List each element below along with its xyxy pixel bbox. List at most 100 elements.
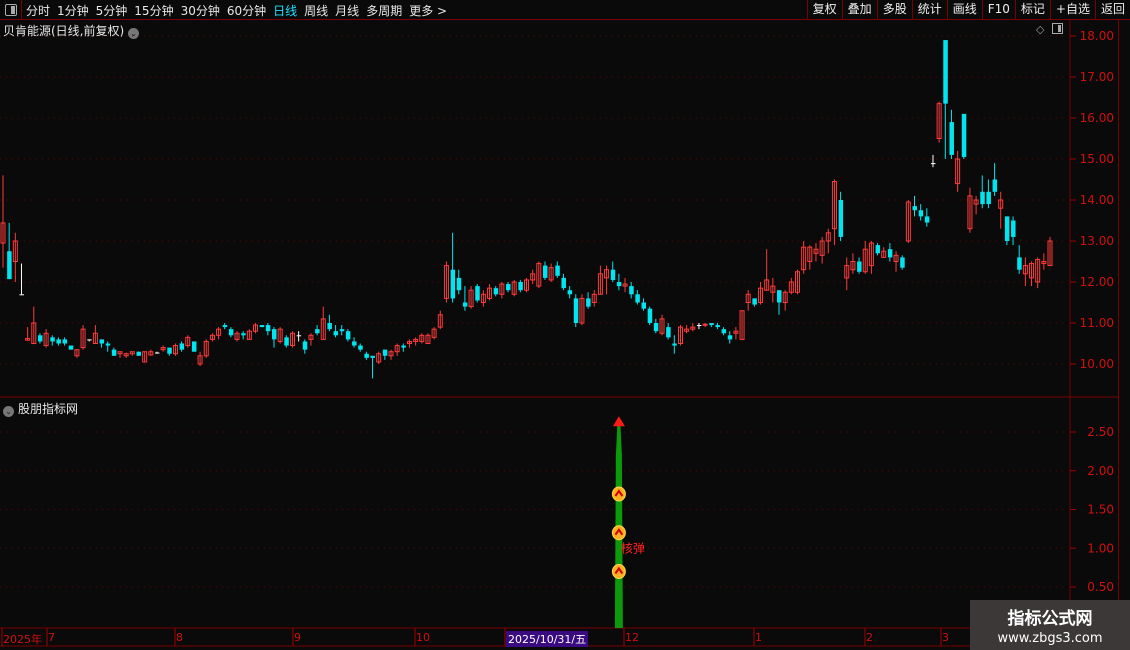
candle-body [949,122,954,155]
candle [788,277,794,295]
candle [419,333,425,344]
candle [998,191,1004,229]
watermark-url: www.zbgs3.com [997,631,1103,646]
candle [117,351,123,358]
candle-body [296,335,302,337]
y-tick-label: 1.00 [1087,541,1114,555]
candle [197,351,203,367]
candle [684,325,690,334]
candle-body [943,40,948,104]
candle-body [345,331,351,340]
candle [813,243,819,262]
candle-body [358,345,363,350]
candle-body [352,341,357,346]
candle [666,323,671,340]
candle-body [99,339,105,344]
candle [68,345,74,350]
y-tick-label: 12.00 [1080,275,1114,289]
candle-body [709,323,714,326]
candle-body [506,284,511,291]
time-label: 1 [755,631,762,644]
candle-body [167,347,172,354]
candle [148,349,154,356]
candle [579,294,585,326]
candle [715,323,720,330]
candle [450,232,456,303]
candle-body [752,298,757,305]
time-label: 8 [176,631,183,644]
candle [406,339,412,348]
candle [7,222,12,280]
candle-body [629,286,634,295]
y-tick-label: 18.00 [1080,29,1114,43]
candle [19,263,24,296]
candle [222,323,228,330]
candle [253,323,259,334]
time-label: 3 [942,631,949,644]
candle-body [56,339,61,344]
candle [659,314,665,336]
candle-body [315,329,320,334]
candle [727,331,733,344]
candle [99,339,105,348]
candle [629,282,634,299]
candle-body [462,302,468,307]
candle [105,341,111,352]
candle [50,335,55,346]
candle-body [666,327,671,338]
candle-body [228,329,234,336]
candle-body [924,216,930,223]
candle-body [992,179,998,192]
y-tick-label: 0.50 [1087,580,1114,594]
y-tick-label: 10.00 [1080,357,1114,371]
candle-body [50,337,55,342]
candle-body [912,206,918,211]
y-tick-label: 2.50 [1087,425,1114,439]
candle [672,335,677,354]
candle-body [302,341,308,350]
selected-date-label: 2025/10/31/五 [506,631,589,647]
candle-body [241,333,246,336]
candle-body [721,329,727,334]
candle-body [647,308,653,323]
candle [296,331,302,342]
candle [875,243,881,256]
candle [721,327,727,336]
candle [1047,236,1053,267]
candle-body [1017,257,1022,270]
candle [425,333,431,344]
candle [893,251,899,272]
candle [62,337,68,346]
candle [752,298,757,307]
candle [825,228,831,254]
flame-icon [611,525,626,541]
candle-body [561,277,566,289]
candle [284,335,289,348]
candle [635,290,640,305]
time-label: 7 [48,631,55,644]
candle-body [610,269,616,280]
candle [111,347,117,356]
candle [136,351,141,356]
candle [862,241,868,274]
candle [234,331,240,342]
candle-body [777,290,782,303]
candle [844,257,850,291]
price-chart[interactable]: 18.0017.0016.0015.0014.0013.0012.0011.00… [0,0,1130,650]
candle [160,345,166,352]
candle [930,154,936,168]
candle [548,263,554,282]
candle-body [653,323,659,332]
candle [37,333,43,344]
candle-body [222,325,228,328]
candle [209,333,215,342]
arrow-up-icon [612,416,625,427]
candle [943,40,948,159]
candle-body [105,343,111,346]
candle [1004,216,1010,246]
candle [327,314,332,332]
signal-marker [611,486,626,502]
time-label: 9 [294,631,301,644]
candle [12,232,18,282]
candle-body [450,269,456,299]
